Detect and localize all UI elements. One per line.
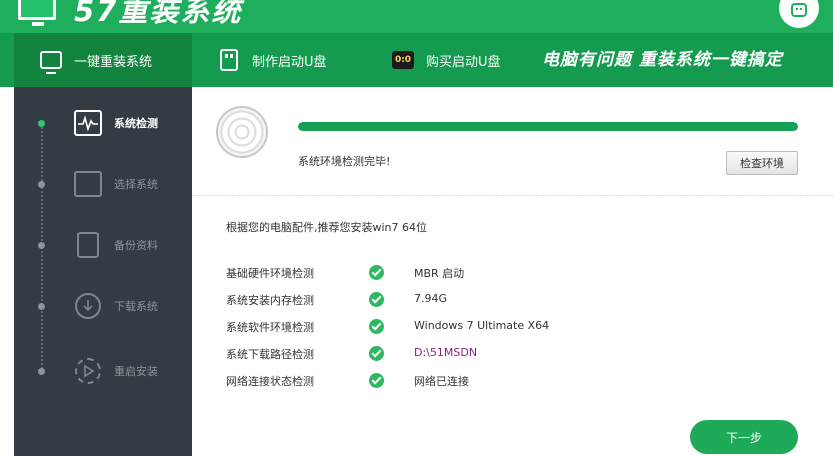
slogan: 电脑有问题 重装系统一键搞定 <box>542 50 783 70</box>
download-path-link[interactable]: D:\51MSDN <box>414 346 477 359</box>
tab-label: 制作启动U盘 <box>252 54 327 70</box>
check-icon <box>369 292 384 307</box>
result-row-hardware: 基础硬件环境检测 MBR 启动 <box>226 262 726 289</box>
detection-status: 系统环境检测完毕! <box>298 155 391 168</box>
detection-panel: 系统环境检测完毕! 检查环境 根据您的电脑配件,推荐您安装win7 64位 基础… <box>192 87 833 456</box>
download-icon <box>75 293 101 319</box>
check-environment-button[interactable]: 检查环境 <box>726 151 798 175</box>
result-value: Windows 7 Ultimate X64 <box>414 319 550 332</box>
result-value: 7.94G <box>414 292 448 305</box>
step-label: 重启安装 <box>114 365 158 378</box>
steps-sidebar: 系统检测 选择系统 备份资料 下载系统 重启安装 <box>14 87 192 456</box>
documents-icon <box>77 232 99 258</box>
result-row-memory: 系统安装内存检测 7.94G <box>226 289 726 316</box>
result-value: 网络已连接 <box>414 375 469 388</box>
usb-icon <box>220 49 238 71</box>
check-results-list: 基础硬件环境检测 MBR 启动 系统安装内存检测 7.94G 系统软件环境检测 … <box>226 262 726 397</box>
display-icon <box>74 171 102 197</box>
detection-progress-bar <box>298 122 798 131</box>
cat-icon: 0:0 <box>392 51 414 69</box>
check-icon <box>369 319 384 334</box>
pulse-monitor-icon <box>74 110 102 136</box>
step-restart-install[interactable]: 重启安装 <box>14 351 192 391</box>
monitor-logo-icon <box>18 0 56 26</box>
step-label: 系统检测 <box>114 117 158 130</box>
result-row-software: 系统软件环境检测 Windows 7 Ultimate X64 <box>226 316 726 343</box>
step-choose-system[interactable]: 选择系统 <box>14 164 192 204</box>
result-value: MBR 启动 <box>414 267 465 280</box>
tab-label: 一键重装系统 <box>74 54 153 70</box>
step-backup-data[interactable]: 备份资料 <box>14 225 192 265</box>
face-icon <box>791 3 807 17</box>
step-download-system[interactable]: 下载系统 <box>14 286 192 326</box>
result-label: 系统安装内存检测 <box>226 294 314 307</box>
restart-icon <box>75 358 101 384</box>
tab-buy-boot-usb[interactable]: 0:0 购买启动U盘 <box>392 33 501 87</box>
step-dot <box>38 241 45 249</box>
user-menu-button[interactable] <box>779 0 819 28</box>
disc-icon <box>216 106 268 158</box>
check-icon <box>369 265 384 280</box>
result-row-network: 网络连接状态检测 网络已连接 <box>226 370 726 397</box>
step-dot <box>38 119 45 127</box>
monitor-icon <box>40 51 62 74</box>
tab-label: 购买启动U盘 <box>426 54 501 70</box>
result-row-download-path: 系统下载路径检测 D:\51MSDN <box>226 343 726 370</box>
title-bar: 57重装系统 <box>0 0 833 33</box>
check-icon <box>369 373 384 388</box>
result-label: 网络连接状态检测 <box>226 375 314 388</box>
progress-fill <box>298 122 798 131</box>
result-label: 系统下载路径检测 <box>226 348 314 361</box>
next-step-button[interactable]: 下一步 <box>690 420 798 454</box>
recommendation-text: 根据您的电脑配件,推荐您安装win7 64位 <box>226 221 428 234</box>
app-title: 57重装系统 <box>74 0 243 28</box>
step-dot <box>38 302 45 310</box>
result-label: 系统软件环境检测 <box>226 321 314 334</box>
divider <box>192 195 833 196</box>
main-nav: 一键重装系统 制作启动U盘 0:0 购买启动U盘 电脑有问题 重装系统一键搞定 <box>0 33 833 87</box>
step-label: 下载系统 <box>114 300 158 313</box>
step-dot <box>38 367 45 375</box>
step-label: 备份资料 <box>114 239 158 252</box>
step-dot <box>38 180 45 188</box>
tab-one-click-reinstall[interactable]: 一键重装系统 <box>14 33 192 87</box>
step-system-check[interactable]: 系统检测 <box>14 103 192 143</box>
tab-make-boot-usb[interactable]: 制作启动U盘 <box>220 33 327 87</box>
result-label: 基础硬件环境检测 <box>226 267 314 280</box>
check-icon <box>369 346 384 361</box>
step-label: 选择系统 <box>114 178 158 191</box>
